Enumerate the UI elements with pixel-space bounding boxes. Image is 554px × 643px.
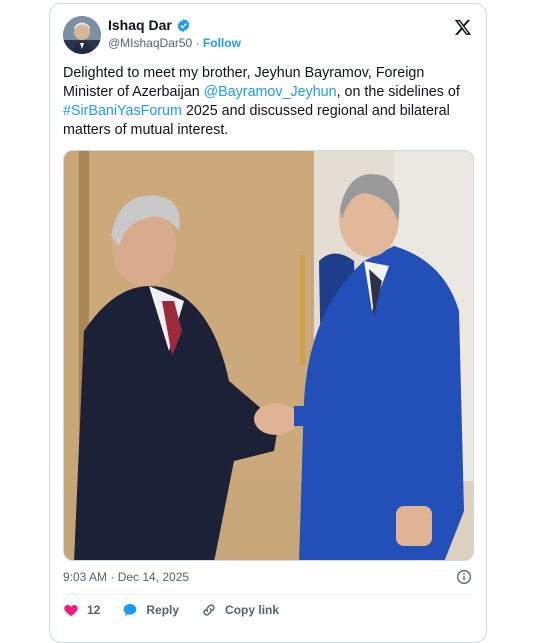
link-icon <box>203 604 215 616</box>
like-count: 12 <box>87 603 101 617</box>
tweet-photo[interactable] <box>63 150 474 561</box>
avatar-image <box>63 16 101 54</box>
tweet-text-part-2: , on the sidelines of <box>336 84 460 100</box>
separator-dot: · <box>195 36 200 50</box>
author-name[interactable]: Ishaq Dar <box>108 17 172 33</box>
tweet-card: Ishaq Dar @MIshaqDar50 · Follow Delighte… <box>49 3 487 643</box>
verified-badge-icon <box>177 18 190 32</box>
info-icon[interactable] <box>456 569 472 585</box>
action-bar: 12 Reply Copy link <box>63 602 301 618</box>
handle-row: @MIshaqDar50 · Follow <box>108 36 241 50</box>
copy-link-label: Copy link <box>225 603 280 617</box>
reply-button[interactable]: Reply <box>122 602 179 618</box>
reply-label: Reply <box>146 603 180 617</box>
tweet-timestamp[interactable]: 9:03 AM · Dec 14, 2025 <box>63 570 189 584</box>
reply-bubble-icon <box>124 604 137 616</box>
handshake-photo <box>64 151 473 560</box>
mention-link[interactable]: @Bayramov_Jeyhun <box>204 84 337 100</box>
heart-icon <box>64 605 78 616</box>
author-handle[interactable]: @MIshaqDar50 <box>108 36 192 50</box>
tweet-text: Delighted to meet my brother, Jeyhun Bay… <box>63 64 475 140</box>
follow-button[interactable]: Follow <box>203 36 241 50</box>
avatar[interactable] <box>63 16 101 54</box>
author-name-row: Ishaq Dar <box>108 17 191 33</box>
x-logo-icon[interactable] <box>454 18 472 36</box>
hashtag-link[interactable]: #SirBaniYasForum <box>63 103 182 119</box>
copy-link-button[interactable]: Copy link <box>201 602 279 618</box>
divider <box>63 594 473 595</box>
like-button[interactable]: 12 <box>63 602 100 618</box>
